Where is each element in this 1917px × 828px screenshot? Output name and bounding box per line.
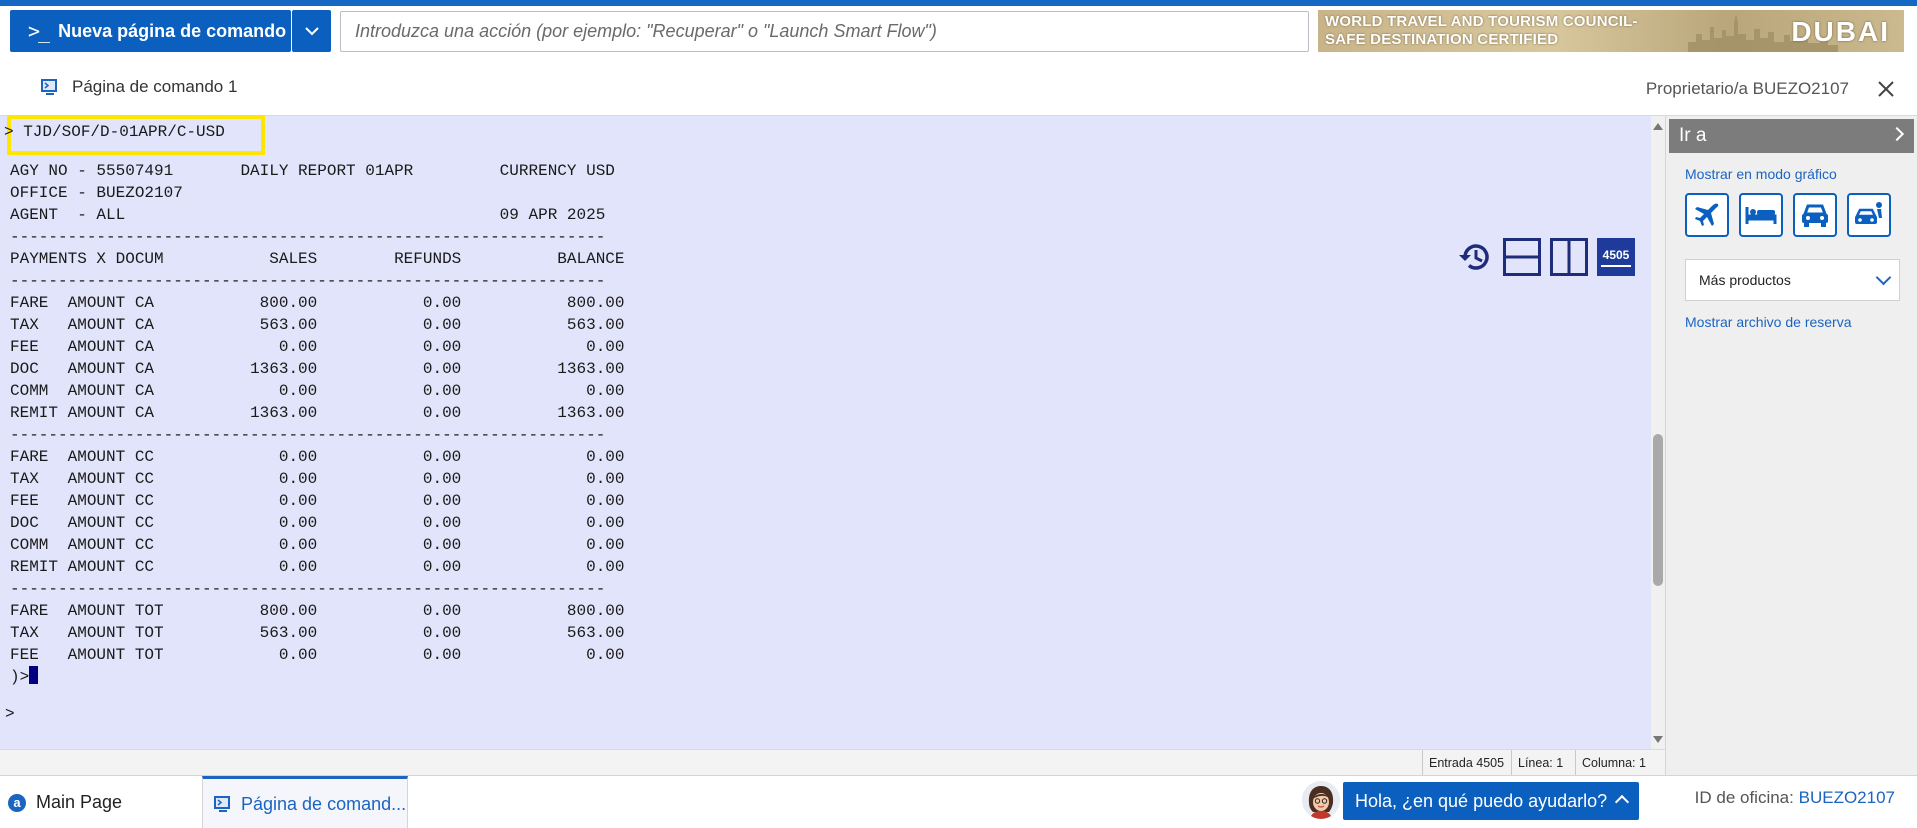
hotel-button[interactable] xyxy=(1739,193,1783,237)
assistant-avatar[interactable] xyxy=(1302,781,1340,819)
scroll-down-icon[interactable] xyxy=(1653,736,1663,743)
scrollbar-thumb[interactable] xyxy=(1653,434,1663,586)
amadeus-logo-icon: a xyxy=(8,793,26,812)
command-page-tab-title: Página de comando 1 xyxy=(72,77,238,96)
office-id-label: ID de oficina: xyxy=(1694,788,1794,807)
terminal-screen[interactable]: AGY NO - 55507491 DAILY REPORT 01APR CUR… xyxy=(0,116,1651,749)
product-icons-row xyxy=(1685,193,1901,237)
chevron-down-icon xyxy=(304,26,319,35)
command-page-bottom-tab[interactable]: Página de comand... xyxy=(202,776,408,828)
app-window: >_ Nueva página de comando WORLD TRAVEL … xyxy=(0,0,1917,828)
command-page-tab-row: Página de comando 1 Proprietario/a BUEZO… xyxy=(0,62,1917,116)
split-vertical-button[interactable] xyxy=(1550,238,1588,276)
prompt-icon: >_ xyxy=(28,19,50,43)
bottom-bar: a Main Page Página de comand... Hola, ¿e… xyxy=(0,775,1917,828)
booking-file-link[interactable]: Mostrar archivo de reserva xyxy=(1685,314,1852,330)
close-icon[interactable] xyxy=(1875,78,1897,100)
main-page-tab[interactable]: a Main Page xyxy=(0,776,202,828)
terminal-status-bar: Entrada 4505 Línea: 1 Columna: 1 xyxy=(0,749,1665,776)
entry-counter-icon: 4505 xyxy=(1602,247,1630,262)
split-vertical-icon xyxy=(1550,238,1588,276)
entry-counter-button[interactable]: 4505 xyxy=(1597,238,1635,276)
new-command-page-button[interactable]: >_ Nueva página de comando xyxy=(10,10,291,52)
command-page-icon xyxy=(41,79,57,95)
transfer-button[interactable] xyxy=(1847,193,1891,237)
car-icon xyxy=(1802,204,1828,227)
command-action-input[interactable] xyxy=(340,11,1309,52)
more-products-dropdown[interactable]: Más productos xyxy=(1685,259,1900,301)
graphic-mode-link[interactable]: Mostrar en modo gráfico xyxy=(1685,166,1837,182)
terminal-cursor xyxy=(29,666,39,684)
owner-label: Proprietario/a BUEZO2107 xyxy=(1645,79,1849,98)
split-horizontal-button[interactable] xyxy=(1503,238,1541,276)
terminal-scrollbar[interactable] xyxy=(1651,116,1665,749)
main-page-tab-label: Main Page xyxy=(36,792,123,812)
split-horizontal-icon xyxy=(1503,238,1541,276)
terminal-end-prompt-line: )> xyxy=(10,666,39,688)
command-page-tab[interactable]: Página de comando 1 xyxy=(40,77,237,97)
terminal-tools: 4505 xyxy=(1447,238,1635,276)
history-icon xyxy=(1459,244,1489,270)
flight-button[interactable] xyxy=(1685,193,1729,237)
command-page-icon xyxy=(214,796,230,812)
chevron-down-icon xyxy=(1875,269,1892,286)
car-button[interactable] xyxy=(1793,193,1837,237)
banner-line-2: SAFE DESTINATION CERTIFIED xyxy=(1325,31,1559,48)
goto-header[interactable]: Ir a xyxy=(1669,119,1914,153)
goto-label: Ir a xyxy=(1679,125,1707,146)
office-id-value: BUEZO2107 xyxy=(1798,788,1895,807)
scroll-up-icon[interactable] xyxy=(1653,123,1663,130)
chevron-up-icon xyxy=(1614,794,1630,810)
assistant-help-label: Hola, ¿en qué puedo ayudarlo? xyxy=(1355,791,1608,811)
status-entrada: Entrada 4505 xyxy=(1422,750,1510,776)
chevron-right-icon xyxy=(1889,126,1905,142)
terminal-end-prompt: )> xyxy=(10,668,30,686)
office-id: ID de oficina: BUEZO2107 xyxy=(1695,788,1895,808)
status-columna: Columna: 1 xyxy=(1575,750,1652,776)
status-linea: Línea: 1 xyxy=(1511,750,1569,776)
assistant-help-button[interactable]: Hola, ¿en qué puedo ayudarlo? xyxy=(1343,782,1639,820)
dubai-banner-ad[interactable]: WORLD TRAVEL AND TOURISM COUNCIL- SAFE D… xyxy=(1318,10,1904,52)
more-products-label: Más productos xyxy=(1699,272,1791,288)
top-accent-stripe xyxy=(0,0,1917,6)
terminal-input-prompt[interactable]: > xyxy=(5,705,15,723)
right-panel: Ir a Mostrar en modo gráfico Más product… xyxy=(1665,116,1917,775)
highlighted-command: > TJD/SOF/D-01APR/C-USD xyxy=(4,123,225,141)
dubai-logo: DUBAI xyxy=(1791,16,1890,47)
assistant-avatar-icon xyxy=(1302,781,1340,819)
hotel-icon xyxy=(1745,207,1777,224)
history-button[interactable] xyxy=(1456,238,1494,276)
command-page-bottom-tab-label: Página de comand... xyxy=(241,793,407,814)
terminal-report-output: AGY NO - 55507491 DAILY REPORT 01APR CUR… xyxy=(10,162,625,664)
banner-line-1: WORLD TRAVEL AND TOURISM COUNCIL- xyxy=(1325,13,1638,30)
new-command-page-label: Nueva página de comando xyxy=(58,20,287,41)
flight-icon xyxy=(1695,203,1719,226)
transfer-icon xyxy=(1854,202,1882,224)
new-command-dropdown-button[interactable] xyxy=(292,10,331,52)
